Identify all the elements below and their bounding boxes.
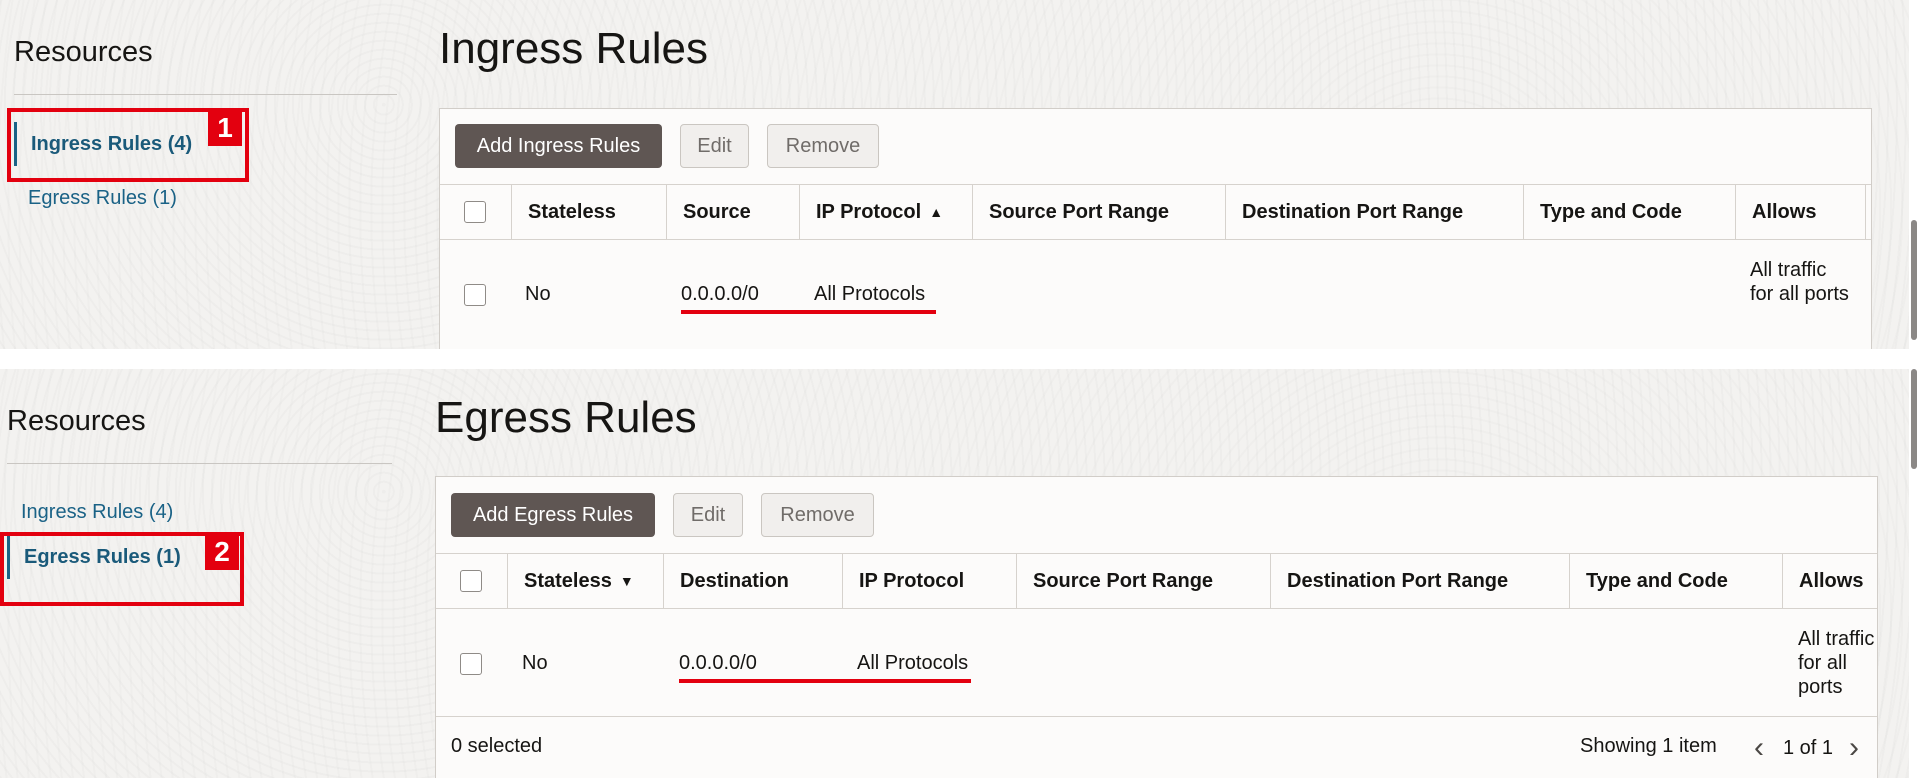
column-header-destination[interactable]: Destination	[663, 554, 842, 608]
column-header-label: IP Protocol	[859, 569, 965, 592]
resources-heading: Resources	[14, 36, 153, 68]
previous-page-icon[interactable]: ‹	[1754, 733, 1764, 763]
cell-ip-protocol: All Protocols	[857, 652, 969, 674]
remove-button[interactable]: Remove	[767, 124, 879, 168]
column-header-stateless[interactable]: Stateless ▼	[507, 554, 663, 608]
column-header-label: Source	[683, 200, 751, 223]
column-header-label: Destination Port Range	[1287, 569, 1509, 592]
table-footer: 0 selected Showing 1 item ‹ 1 of 1 ›	[436, 716, 1877, 776]
column-header-label: IP Protocol	[816, 200, 922, 223]
image-separator	[0, 349, 1919, 369]
ingress-rules-panel: Resources Ingress Rules (4) Egress Rules…	[0, 0, 1919, 350]
cell-source: 0.0.0.0/0	[681, 283, 759, 305]
page-title: Egress Rules	[435, 393, 697, 442]
column-header-description[interactable]: De	[1865, 185, 1871, 239]
sidebar-item-ingress-rules[interactable]: Ingress Rules (4)	[21, 501, 173, 524]
row-select-checkbox[interactable]	[460, 653, 482, 675]
annotation-step-number: 1	[208, 110, 242, 146]
column-header-ip-protocol[interactable]: IP Protocol ▲	[799, 185, 972, 239]
column-header-type-and-code[interactable]: Type and Code	[1523, 185, 1735, 239]
edit-button[interactable]: Edit	[680, 124, 749, 168]
select-all-checkbox[interactable]	[464, 201, 486, 223]
table-header-row: Stateless Source IP Protocol ▲ Source Por…	[440, 184, 1871, 240]
column-header-source-port-range[interactable]: Source Port Range	[1016, 554, 1270, 608]
sort-ascending-icon: ▲	[929, 204, 944, 220]
add-egress-rules-button[interactable]: Add Egress Rules	[451, 493, 655, 537]
scrollbar[interactable]	[1909, 369, 1919, 778]
column-header-allows[interactable]: Allows	[1782, 554, 1877, 608]
items-count: Showing 1 item	[1580, 735, 1717, 757]
sidebar-item-egress-rules[interactable]: Egress Rules (1)	[28, 187, 177, 210]
cell-stateless: No	[525, 283, 551, 305]
add-ingress-rules-button[interactable]: Add Ingress Rules	[455, 124, 662, 168]
resources-divider	[14, 94, 397, 95]
select-all-checkbox[interactable]	[460, 570, 482, 592]
scrollbar-thumb[interactable]	[1911, 369, 1917, 469]
next-page-icon[interactable]: ›	[1849, 733, 1859, 763]
column-header-label: Stateless	[524, 569, 612, 592]
column-header-destination-port-range[interactable]: Destination Port Range	[1270, 554, 1569, 608]
selection-count: 0 selected	[451, 735, 543, 757]
sort-descending-icon: ▼	[619, 573, 634, 589]
column-header-label: Source Port Range	[989, 200, 1170, 223]
column-header-label: Allows	[1752, 200, 1817, 223]
cell-ip-protocol: All Protocols	[814, 283, 926, 305]
remove-button[interactable]: Remove	[761, 493, 874, 537]
annotation-step-number: 2	[205, 534, 239, 570]
column-header-label: Stateless	[528, 200, 616, 223]
cell-destination: 0.0.0.0/0	[679, 652, 757, 674]
table-header-row: Stateless ▼ Destination IP Protocol Sourc…	[436, 553, 1877, 609]
annotation-underline	[681, 310, 936, 314]
rules-table-card: Add Egress Rules Edit Remove Stateless ▼ …	[435, 476, 1878, 778]
cell-stateless: No	[522, 652, 548, 674]
resources-heading: Resources	[7, 405, 146, 437]
row-select-checkbox[interactable]	[464, 284, 486, 306]
select-all-column	[436, 554, 507, 608]
column-header-label: Source Port Range	[1033, 569, 1214, 592]
column-header-label: Type and Code	[1540, 200, 1682, 223]
column-header-label: Destination Port Range	[1242, 200, 1464, 223]
cell-allows: All traffic for all ports	[1798, 628, 1875, 698]
page-title: Ingress Rules	[439, 24, 709, 73]
page-indicator: 1 of 1	[1783, 737, 1834, 759]
select-all-column	[440, 185, 511, 239]
column-header-label: Type and Code	[1586, 569, 1728, 592]
scrollbar[interactable]	[1909, 0, 1919, 349]
column-header-source[interactable]: Source	[666, 185, 799, 239]
scrollbar-thumb[interactable]	[1911, 220, 1917, 340]
rules-table-card: Add Ingress Rules Edit Remove Stateless …	[439, 108, 1872, 349]
cell-allows: All traffic for all ports	[1750, 259, 1849, 305]
column-header-source-port-range[interactable]: Source Port Range	[972, 185, 1225, 239]
column-header-allows[interactable]: Allows	[1735, 185, 1865, 239]
column-header-destination-port-range[interactable]: Destination Port Range	[1225, 185, 1523, 239]
column-header-ip-protocol[interactable]: IP Protocol	[842, 554, 1016, 608]
resources-divider	[7, 463, 392, 464]
column-header-stateless[interactable]: Stateless	[511, 185, 666, 239]
column-header-type-and-code[interactable]: Type and Code	[1569, 554, 1782, 608]
annotation-underline	[679, 679, 971, 683]
column-header-label: Allows	[1799, 569, 1864, 592]
egress-rules-panel: Resources Ingress Rules (4) Egress Rules…	[0, 369, 1919, 778]
edit-button[interactable]: Edit	[673, 493, 743, 537]
column-header-label: Destination	[680, 569, 789, 592]
